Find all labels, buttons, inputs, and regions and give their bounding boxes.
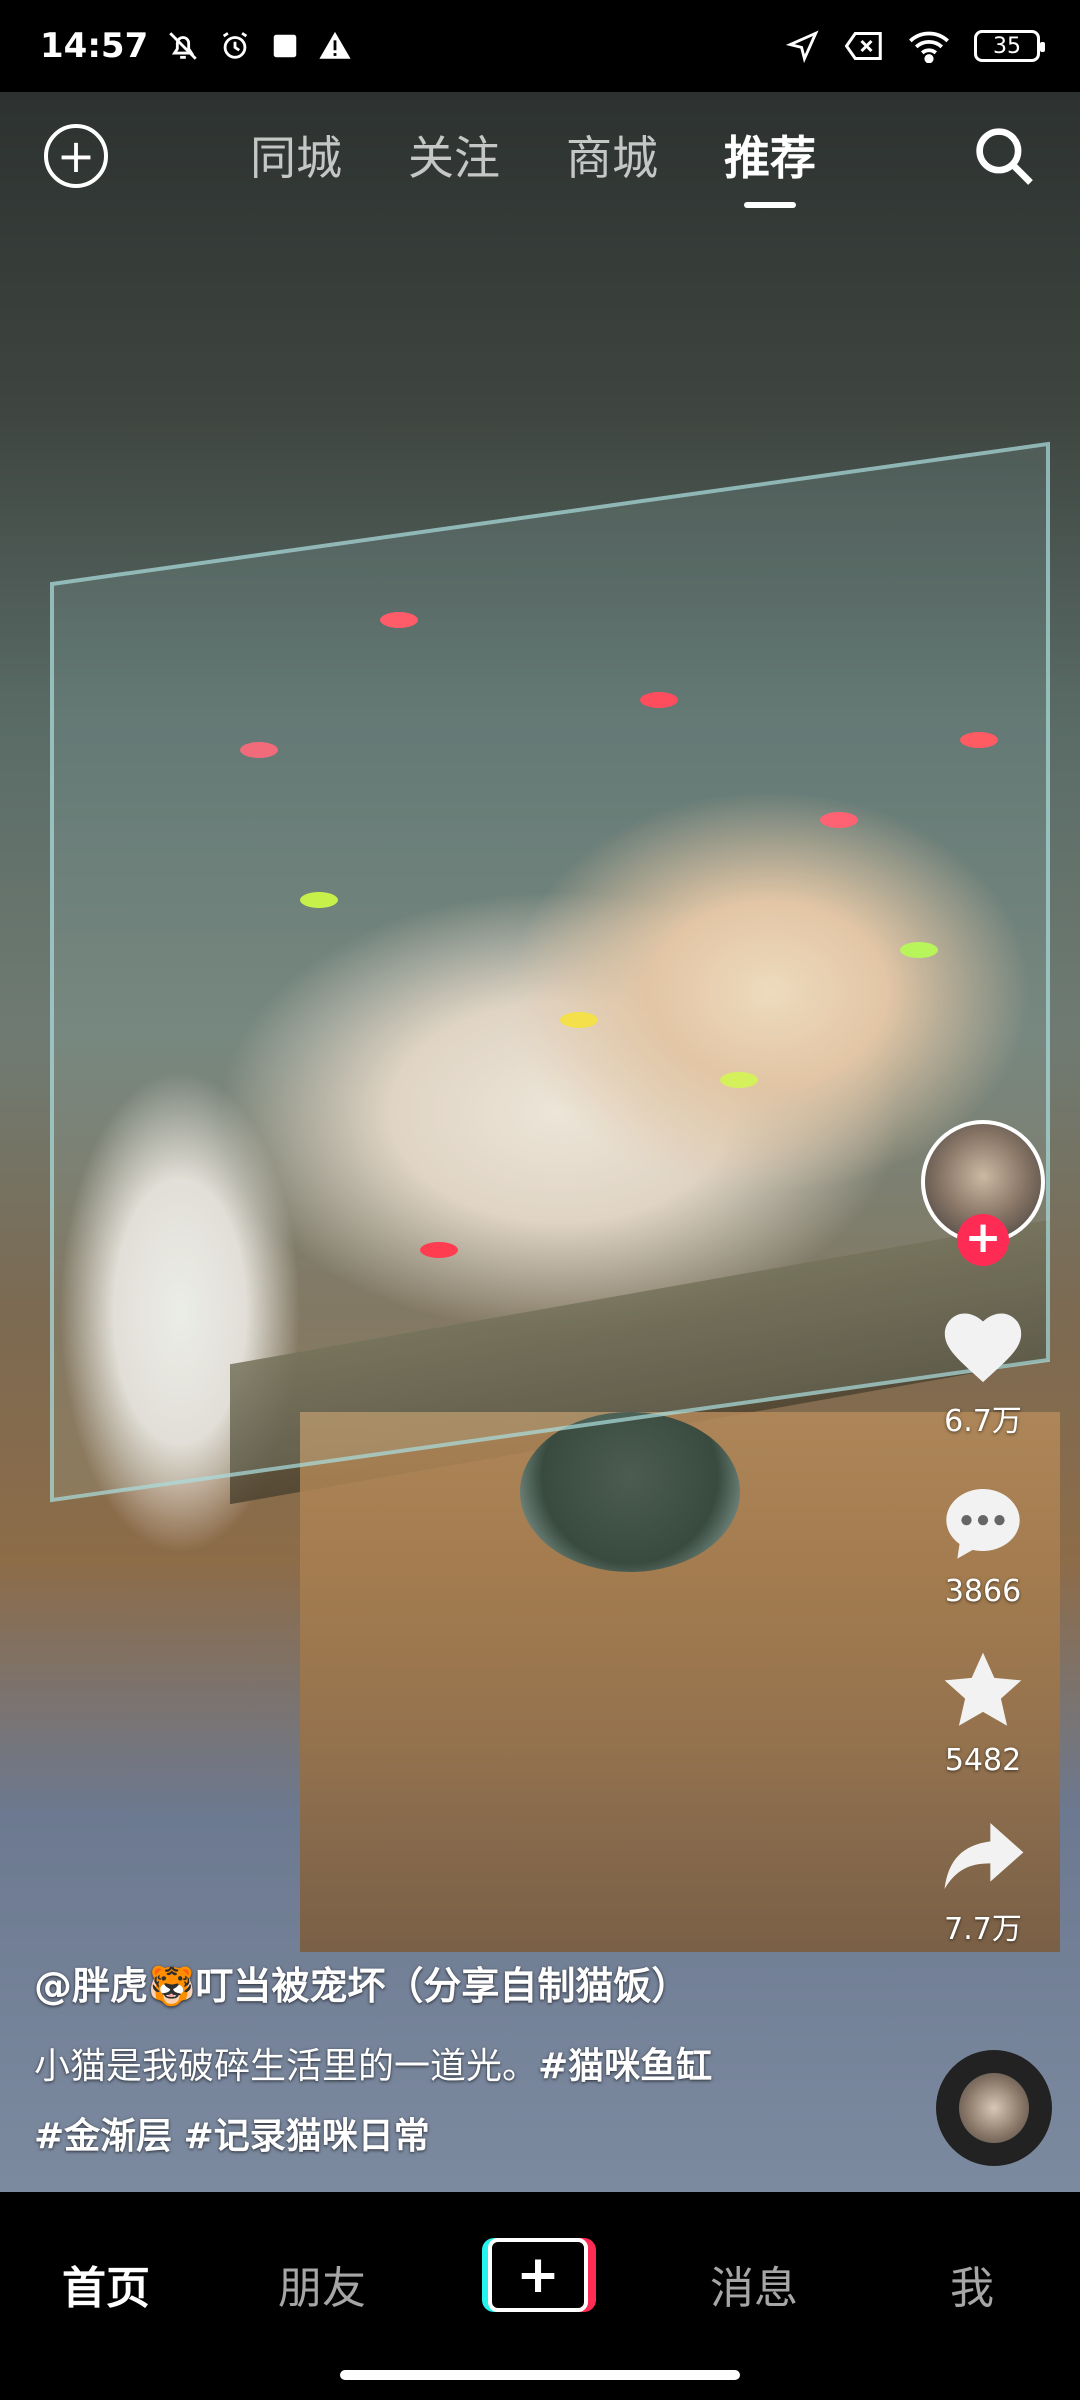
- comment-action[interactable]: 3866: [939, 1480, 1027, 1609]
- author-name[interactable]: @胖虎🐯叮当被宠坏（分享自制猫饭）: [34, 1955, 914, 2010]
- status-time: 14:57: [40, 26, 149, 66]
- nav-home[interactable]: 首页: [62, 2252, 150, 2316]
- battery-icon: 35: [974, 30, 1045, 62]
- comment-icon[interactable]: [939, 1480, 1027, 1564]
- tab-following[interactable]: 关注: [408, 122, 500, 188]
- status-icons-left: [166, 29, 352, 63]
- fish: [900, 942, 938, 958]
- fish: [420, 1242, 458, 1258]
- hashtag[interactable]: #猫咪鱼缸: [538, 2046, 712, 2087]
- fish: [560, 1012, 598, 1028]
- bell-off-icon: [169, 32, 197, 60]
- battery-level: 35: [993, 33, 1021, 59]
- comment-count: 3866: [944, 1574, 1022, 1609]
- nav-me[interactable]: 我: [950, 2252, 994, 2316]
- heart-icon[interactable]: [937, 1302, 1029, 1386]
- nav-tabs: 同城 关注 商城 推荐: [250, 122, 816, 208]
- search-icon[interactable]: [970, 122, 1036, 188]
- like-action[interactable]: 6.7万: [937, 1302, 1029, 1440]
- location-arrow-icon: [786, 30, 819, 63]
- favorite-action[interactable]: 5482: [939, 1649, 1027, 1778]
- description: 小猫是我破碎生活里的一道光。#猫咪鱼缸 #金渐层 #记录猫咪日常: [34, 2032, 914, 2172]
- fish: [960, 732, 998, 748]
- nav-messages[interactable]: 消息: [710, 2252, 798, 2316]
- fish: [300, 892, 338, 908]
- square-icon: [273, 34, 297, 58]
- fish: [820, 812, 858, 828]
- nav-friends[interactable]: 朋友: [278, 2252, 366, 2316]
- action-rail: + 6.7万 3866 5482 7.7万: [908, 1120, 1058, 1948]
- fish: [240, 742, 278, 758]
- music-cover: [959, 2073, 1029, 2143]
- bottom-nav: 首页 朋友 + 消息 我: [0, 2192, 1080, 2400]
- hashtag[interactable]: #记录猫咪日常: [184, 2116, 430, 2157]
- potted-plant: [520, 1412, 740, 1572]
- fish: [720, 1072, 758, 1088]
- alarm-icon: [223, 32, 248, 59]
- follow-button[interactable]: +: [957, 1214, 1009, 1266]
- status-icons-right: 35: [786, 29, 1045, 63]
- no-sim-icon: [844, 32, 882, 60]
- wifi-icon: [909, 31, 949, 63]
- fish: [380, 612, 418, 628]
- like-count: 6.7万: [944, 1404, 1022, 1439]
- video-caption: @胖虎🐯叮当被宠坏（分享自制猫饭） 小猫是我破碎生活里的一道光。#猫咪鱼缸 #金…: [34, 1955, 914, 2172]
- create-button[interactable]: +: [482, 2238, 596, 2312]
- status-bar: 14:57 35: [0, 0, 1080, 92]
- share-arrow-icon[interactable]: [939, 1818, 1027, 1894]
- aquarium: [50, 441, 1050, 1503]
- warning-icon: [319, 31, 351, 59]
- star-icon[interactable]: [939, 1649, 1027, 1733]
- hashtag[interactable]: #金渐层: [34, 2116, 172, 2157]
- fish: [640, 692, 678, 708]
- share-action[interactable]: 7.7万: [939, 1818, 1027, 1948]
- tab-mall[interactable]: 商城: [566, 122, 658, 188]
- description-text: 小猫是我破碎生活里的一道光。: [34, 2046, 539, 2087]
- add-circle-icon[interactable]: +: [44, 124, 108, 188]
- share-count: 7.7万: [944, 1912, 1022, 1947]
- home-indicator[interactable]: [340, 2370, 740, 2380]
- tab-recommend[interactable]: 推荐: [724, 122, 816, 208]
- top-nav: + 同城 关注 商城 推荐: [0, 110, 1080, 210]
- music-disc[interactable]: [936, 2050, 1052, 2166]
- favorite-count: 5482: [944, 1743, 1022, 1778]
- create-plus-icon: +: [488, 2238, 588, 2312]
- tab-nearby[interactable]: 同城: [250, 122, 342, 188]
